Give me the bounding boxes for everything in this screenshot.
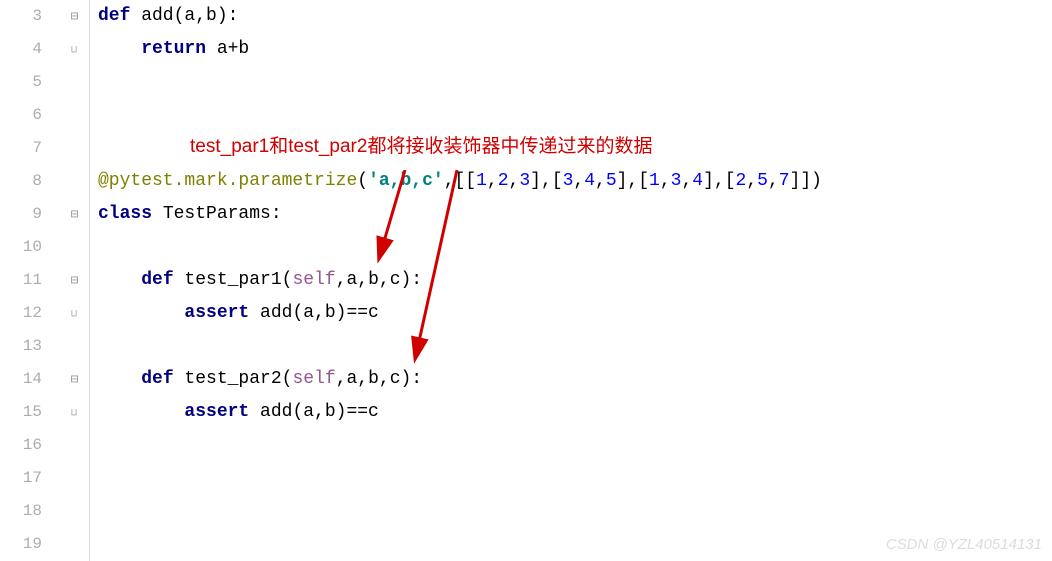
code-line-16[interactable] — [98, 429, 1052, 462]
line-number: 10 — [0, 231, 60, 264]
code-line-3[interactable]: def add(a,b): — [98, 0, 1052, 33]
fold-spacer — [60, 165, 89, 198]
fold-end-icon — [60, 396, 89, 429]
code-line-13[interactable] — [98, 330, 1052, 363]
number: 3 — [671, 171, 682, 191]
fold-toggle-icon[interactable] — [60, 264, 89, 297]
line-number: 7 — [0, 132, 60, 165]
number: 3 — [519, 171, 530, 191]
fold-toggle-icon[interactable] — [60, 0, 89, 33]
code-text: add(a,b)==c — [249, 303, 379, 323]
code-text: ,[[ — [444, 171, 476, 191]
number: 1 — [476, 171, 487, 191]
number: 7 — [779, 171, 790, 191]
fold-gutter — [60, 0, 90, 561]
number: 5 — [757, 171, 768, 191]
func-name: test_par2 — [174, 369, 282, 389]
line-number-gutter: 3 4 5 6 7 8 9 10 11 12 13 14 15 16 17 18… — [0, 0, 60, 561]
fold-spacer — [60, 462, 89, 495]
decorator: @pytest.mark.parametrize — [98, 171, 357, 191]
code-line-5[interactable] — [98, 66, 1052, 99]
line-number: 6 — [0, 99, 60, 132]
params: ,a,b,c): — [336, 369, 422, 389]
fold-spacer — [60, 429, 89, 462]
keyword-return: return — [141, 39, 206, 59]
fold-spacer — [60, 99, 89, 132]
code-line-17[interactable] — [98, 462, 1052, 495]
self-param: self — [292, 369, 335, 389]
string-literal: 'a,b,c' — [368, 171, 444, 191]
keyword-def: def — [141, 369, 173, 389]
keyword-assert: assert — [184, 303, 249, 323]
code-line-4[interactable]: return a+b — [98, 33, 1052, 66]
line-number: 16 — [0, 429, 60, 462]
fold-toggle-icon[interactable] — [60, 198, 89, 231]
watermark: CSDN @YZL40514131 — [886, 536, 1042, 553]
code-line-15[interactable]: assert add(a,b)==c — [98, 396, 1052, 429]
code-line-14[interactable]: def test_par2(self,a,b,c): — [98, 363, 1052, 396]
fold-spacer — [60, 495, 89, 528]
line-number: 15 — [0, 396, 60, 429]
params: ,a,b,c): — [336, 270, 422, 290]
fold-spacer — [60, 132, 89, 165]
line-number: 3 — [0, 0, 60, 33]
line-number: 9 — [0, 198, 60, 231]
self-param: self — [292, 270, 335, 290]
code-line-11[interactable]: def test_par1(self,a,b,c): — [98, 264, 1052, 297]
line-number: 11 — [0, 264, 60, 297]
code-content[interactable]: def add(a,b): return a+b @pytest.mark.pa… — [90, 0, 1052, 561]
fold-end-icon — [60, 297, 89, 330]
fold-spacer — [60, 66, 89, 99]
code-line-8[interactable]: @pytest.mark.parametrize('a,b,c',[[1,2,3… — [98, 165, 1052, 198]
code-editor[interactable]: 3 4 5 6 7 8 9 10 11 12 13 14 15 16 17 18… — [0, 0, 1052, 561]
line-number: 19 — [0, 528, 60, 561]
fold-spacer — [60, 330, 89, 363]
number: 5 — [606, 171, 617, 191]
number: 2 — [736, 171, 747, 191]
code-text: add(a,b)==c — [249, 402, 379, 422]
code-line-10[interactable] — [98, 231, 1052, 264]
number: 2 — [498, 171, 509, 191]
code-line-12[interactable]: assert add(a,b)==c — [98, 297, 1052, 330]
line-number: 4 — [0, 33, 60, 66]
class-name: TestParams: — [152, 204, 282, 224]
fold-spacer — [60, 528, 89, 561]
number: 1 — [649, 171, 660, 191]
code-text: add(a,b): — [130, 6, 238, 26]
number: 4 — [584, 171, 595, 191]
number: 4 — [692, 171, 703, 191]
number: 3 — [563, 171, 574, 191]
line-number: 5 — [0, 66, 60, 99]
line-number: 13 — [0, 330, 60, 363]
code-line-9[interactable]: class TestParams: — [98, 198, 1052, 231]
fold-end-icon — [60, 33, 89, 66]
keyword-assert: assert — [184, 402, 249, 422]
line-number: 14 — [0, 363, 60, 396]
keyword-def: def — [98, 6, 130, 26]
annotation-label: test_par1和test_par2都将接收装饰器中传递过来的数据 — [190, 131, 652, 158]
line-number: 8 — [0, 165, 60, 198]
code-line-18[interactable] — [98, 495, 1052, 528]
func-name: test_par1 — [174, 270, 282, 290]
fold-spacer — [60, 231, 89, 264]
keyword-class: class — [98, 204, 152, 224]
code-line-6[interactable] — [98, 99, 1052, 132]
code-text: a+b — [206, 39, 249, 59]
line-number: 17 — [0, 462, 60, 495]
fold-toggle-icon[interactable] — [60, 363, 89, 396]
line-number: 12 — [0, 297, 60, 330]
keyword-def: def — [141, 270, 173, 290]
paren: ( — [357, 171, 368, 191]
line-number: 18 — [0, 495, 60, 528]
